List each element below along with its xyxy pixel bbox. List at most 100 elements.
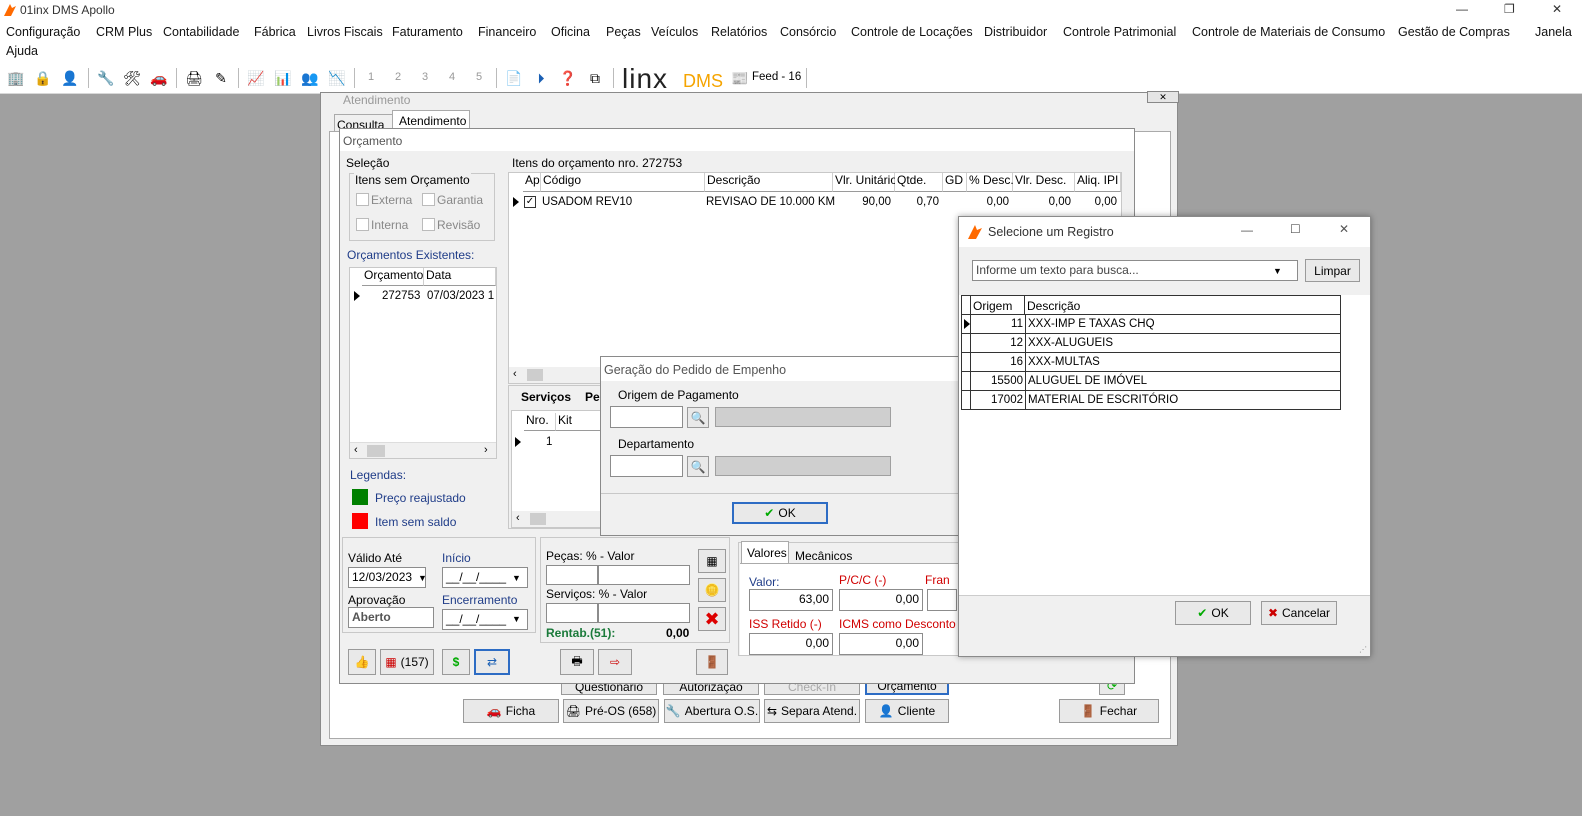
garantia-checkbox[interactable] (422, 193, 435, 206)
approve-thumb-icon[interactable]: 👍 (348, 649, 376, 675)
valido-ate-field[interactable]: 12/03/2023 (348, 567, 426, 588)
table-row[interactable]: 15500 ALUGUEL DE IMÓVEL (961, 372, 1341, 391)
tab-valores[interactable]: Valores (741, 541, 789, 563)
chart-bar-icon[interactable]: 📊 (273, 68, 293, 88)
tab-pecas[interactable]: Pe (585, 390, 600, 404)
iss-retido-field[interactable]: 0,00 (749, 633, 833, 655)
building-icon[interactable]: 🏢 (6, 68, 26, 88)
chevron-down-icon[interactable]: ▼ (1273, 266, 1282, 276)
tab-mecanicos[interactable]: Mecânicos (795, 549, 852, 563)
report-icon[interactable]: 📉 (327, 68, 347, 88)
menu-controle-locacoes[interactable]: Controle de Locações (851, 25, 973, 39)
registro-grid[interactable]: Origem Descrição 11 XXX-IMP E TAXAS CHQ … (959, 295, 1370, 607)
origem-cell[interactable]: 11 (971, 318, 1023, 330)
chart-icon[interactable]: 📈 (246, 68, 266, 88)
empenho-ok-button[interactable]: ✔ OK (732, 502, 828, 524)
menu-distribuidor[interactable]: Distribuidor (984, 25, 1047, 39)
col-orcamento[interactable]: Orçamento (362, 268, 424, 286)
calculator-icon[interactable]: ▦ (698, 549, 726, 573)
fechar-button[interactable]: 🚪 Fechar (1059, 699, 1159, 723)
icms-desconto-field[interactable]: 0,00 (839, 633, 923, 655)
menu-consorcio[interactable]: Consórcio (780, 25, 836, 39)
transfer-icon[interactable]: ⇄ (474, 649, 510, 675)
franquia-field[interactable] (927, 589, 957, 611)
pecas-perc-field[interactable] (546, 565, 598, 585)
menu-janela[interactable]: Janela (1535, 25, 1572, 39)
toolbar-num-4[interactable]: 4 (449, 71, 455, 83)
h-scrollbar[interactable]: ‹ › (350, 442, 496, 458)
col-perc-desc[interactable]: % Desc. (967, 173, 1014, 192)
folder-search-icon[interactable]: 🔍 (687, 407, 709, 428)
separa-atend-button[interactable]: ⇆ Separa Atend. (764, 699, 860, 723)
col-vlr-desc[interactable]: Vlr. Desc. (1013, 173, 1075, 192)
menu-livros-fiscais[interactable]: Livros Fiscais (307, 25, 383, 39)
car-icon[interactable]: 🚗 (149, 68, 169, 88)
abertura-os-button[interactable]: 🔧 Abertura O.S. (664, 699, 760, 723)
play-icon[interactable]: ⏵ (531, 68, 551, 88)
col-descricao[interactable]: Descrição (705, 173, 833, 192)
col-codigo[interactable]: Código (541, 173, 705, 192)
minimize-icon[interactable]: — (1241, 223, 1253, 237)
menu-configuracao[interactable]: Configuração (6, 25, 80, 39)
descricao-cell[interactable]: ALUGUEL DE IMÓVEL (1028, 375, 1147, 387)
menu-contabilidade[interactable]: Contabilidade (163, 25, 239, 39)
item-aliq-ipi-cell[interactable]: 0,00 (1075, 196, 1117, 208)
departamento-field[interactable] (610, 455, 683, 477)
item-qtde-cell[interactable]: 0,70 (895, 196, 939, 208)
atendimento-close-icon[interactable]: ✕ (1147, 91, 1179, 103)
origem-cell[interactable]: 17002 (971, 394, 1023, 406)
col-nro[interactable]: Nro. (524, 413, 556, 431)
descricao-cell[interactable]: MATERIAL DE ESCRITÓRIO (1028, 394, 1178, 406)
menu-veiculos[interactable]: Veículos (651, 25, 698, 39)
origem-pagamento-field[interactable] (610, 406, 683, 428)
menu-crm-plus[interactable]: CRM Plus (96, 25, 152, 39)
windows-icon[interactable]: ⧉ (585, 68, 605, 88)
registro-ok-button[interactable]: ✔ OK (1175, 601, 1251, 625)
lock-icon[interactable]: 🔒 (33, 68, 53, 88)
toolbar-num-5[interactable]: 5 (476, 71, 482, 83)
origem-cell[interactable]: 15500 (971, 375, 1023, 387)
chevron-down-icon[interactable]: ▼ (512, 614, 521, 624)
exist-orcamento-cell[interactable]: 272753 (382, 290, 420, 302)
people-icon[interactable]: 👥 (300, 68, 320, 88)
user-icon[interactable]: 👤 (60, 68, 80, 88)
feed-label[interactable]: Feed - 16 (752, 71, 801, 83)
table-row[interactable]: 16 XXX-MULTAS (961, 353, 1341, 372)
table-row[interactable]: 11 XXX-IMP E TAXAS CHQ (961, 315, 1341, 334)
menu-faturamento[interactable]: Faturamento (392, 25, 463, 39)
menu-relatorios[interactable]: Relatórios (711, 25, 767, 39)
valor-field[interactable]: 63,00 (749, 589, 833, 611)
mechanic-icon[interactable]: 🔧 (96, 68, 116, 88)
cliente-button[interactable]: 👤 Cliente (865, 699, 949, 723)
toolbar-num-3[interactable]: 3 (422, 71, 428, 83)
item-codigo-cell[interactable]: USADOM REV10 (542, 196, 632, 208)
close-icon[interactable]: ✕ (1552, 2, 1562, 16)
externa-checkbox[interactable] (356, 193, 369, 206)
servicos-valor-field[interactable] (598, 603, 690, 623)
chevron-down-icon[interactable]: ▼ (512, 573, 521, 583)
menu-financeiro[interactable]: Financeiro (478, 25, 536, 39)
ap-checkbox[interactable]: ✓ (524, 196, 536, 208)
toolbar-num-1[interactable]: 1 (368, 71, 374, 83)
coins-icon[interactable]: 🪙 (698, 578, 726, 602)
close-icon[interactable]: ✕ (1339, 222, 1349, 236)
col-qtde[interactable]: Qtde. (895, 173, 943, 192)
chevron-down-icon[interactable]: ▼ (418, 573, 427, 583)
money-icon[interactable]: $ (442, 649, 470, 675)
pre-os-button[interactable]: 🖨 Pré-OS (658) (563, 699, 659, 723)
pcc-field[interactable]: 0,00 (839, 589, 923, 611)
origem-cell[interactable]: 12 (971, 337, 1023, 349)
menu-gestao-compras[interactable]: Gestão de Compras (1398, 25, 1510, 39)
menu-controle-patrimonial[interactable]: Controle Patrimonial (1063, 25, 1176, 39)
toolbar-num-2[interactable]: 2 (395, 71, 401, 83)
item-vlr-unitario-cell[interactable]: 90,00 (833, 196, 891, 208)
tools-icon[interactable]: 🛠 (122, 68, 142, 88)
interna-checkbox[interactable] (356, 218, 369, 231)
col-ap[interactable]: Ap (523, 173, 541, 192)
delete-icon[interactable]: ✖ (698, 607, 726, 631)
restore-icon[interactable]: ❐ (1504, 2, 1515, 16)
item-descricao-cell[interactable]: REVISAO DE 10.000 KM (706, 196, 835, 208)
document-icon[interactable]: 📄 (504, 68, 524, 88)
servico-nro-cell[interactable]: 1 (546, 436, 552, 448)
printer-icon[interactable]: 🖨 (184, 68, 204, 88)
